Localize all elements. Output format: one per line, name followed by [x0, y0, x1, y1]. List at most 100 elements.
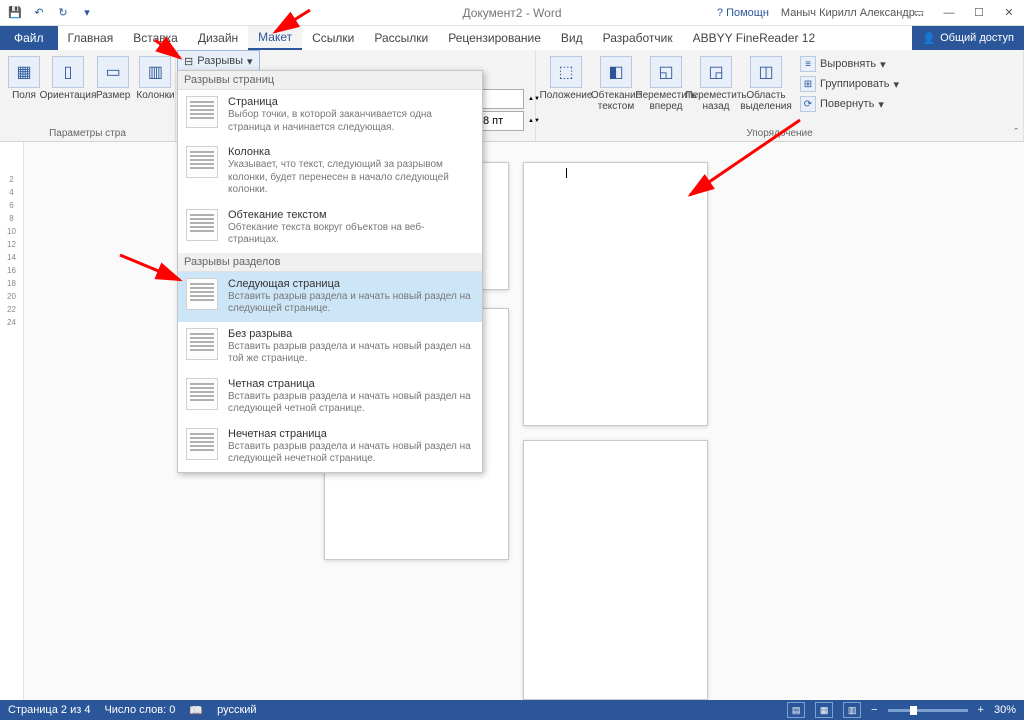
user-name[interactable]: Маныч Кирилл Александр...	[781, 7, 924, 19]
status-word-count[interactable]: Число слов: 0	[104, 704, 175, 716]
undo-button[interactable]: ↶	[28, 2, 50, 24]
proofing-icon[interactable]: 📖	[189, 704, 203, 717]
person-icon: 👤	[922, 32, 936, 45]
break-next-page-item[interactable]: Следующая страницаВставить разрыв раздел…	[178, 272, 482, 322]
status-bar: Страница 2 из 4 Число слов: 0 📖 русский …	[0, 700, 1024, 720]
zoom-slider[interactable]	[888, 709, 968, 712]
bring-forward-button[interactable]: ◱Переместить вперед	[642, 54, 690, 126]
forward-icon: ◱	[650, 56, 682, 88]
margins-icon: ▦	[8, 56, 40, 88]
group-label: Упорядочение	[542, 126, 1017, 139]
break-textwrap-item[interactable]: Обтекание текстомОбтекание текста вокруг…	[178, 203, 482, 253]
share-button[interactable]: 👤Общий доступ	[912, 26, 1024, 50]
spacing-before-input[interactable]	[480, 89, 524, 109]
group-arrange: ⬚Положение ◧Обтекание текстом ◱Перемести…	[536, 50, 1024, 141]
chevron-down-icon: ▾	[880, 58, 886, 71]
dropdown-section-header: Разрывы страниц	[178, 71, 482, 90]
columns-icon: ▥	[139, 56, 171, 88]
size-button[interactable]: ▭Размер	[94, 54, 132, 126]
backward-icon: ◲	[700, 56, 732, 88]
qat-more-icon[interactable]: ▾	[76, 2, 98, 24]
send-backward-button[interactable]: ◲Переместить назад	[692, 54, 740, 126]
position-button[interactable]: ⬚Положение	[542, 54, 590, 126]
view-web-button[interactable]: ▥	[843, 702, 861, 718]
section-next-icon	[186, 278, 218, 310]
section-odd-icon	[186, 428, 218, 460]
wrap-text-button[interactable]: ◧Обтекание текстом	[592, 54, 640, 126]
chevron-down-icon: ▾	[247, 55, 253, 68]
status-language[interactable]: русский	[217, 704, 256, 716]
selection-icon: ◫	[750, 56, 782, 88]
tab-references[interactable]: Ссылки	[302, 26, 364, 50]
page-break-icon	[186, 96, 218, 128]
zoom-in-button[interactable]: +	[978, 704, 984, 716]
tab-abbyy[interactable]: ABBYY FineReader 12	[683, 26, 826, 50]
file-tab[interactable]: Файл	[0, 26, 58, 50]
rotate-button[interactable]: ⟳Повернуть▾	[796, 94, 903, 114]
section-continuous-icon	[186, 328, 218, 360]
titlebar: 💾 ↶ ↻ ▾ Документ2 - Word ? Помощн Маныч …	[0, 0, 1024, 26]
align-button[interactable]: ≡Выровнять▾	[796, 54, 903, 74]
ribbon-tabs: Файл Главная Вставка Дизайн Макет Ссылки…	[0, 26, 1024, 50]
rotate-icon: ⟳	[800, 96, 816, 112]
collapse-ribbon-icon[interactable]: ˆ	[1014, 127, 1018, 139]
window-title: Документ2 - Word	[462, 6, 561, 20]
zoom-level[interactable]: 30%	[994, 704, 1016, 716]
tab-design[interactable]: Дизайн	[188, 26, 248, 50]
close-button[interactable]: ✕	[994, 0, 1024, 26]
chevron-down-icon: ▾	[878, 98, 884, 111]
orientation-button[interactable]: ▯Ориентация	[44, 54, 92, 126]
break-page-item[interactable]: СтраницаВыбор точки, в которой заканчива…	[178, 90, 482, 140]
maximize-button[interactable]: ☐	[964, 0, 994, 26]
help-user-area: ? Помощн Маныч Кирилл Александр...	[717, 7, 924, 19]
wrap-icon: ◧	[600, 56, 632, 88]
workspace: 24681012141618202224 2 2 4 6 8 10 12 14 …	[0, 142, 1024, 700]
tab-mailings[interactable]: Рассылки	[364, 26, 438, 50]
ribbon-options-icon[interactable]: ▭	[904, 0, 934, 26]
tab-layout[interactable]: Макет	[248, 26, 302, 50]
spacing-after-input[interactable]	[480, 111, 524, 131]
tab-insert[interactable]: Вставка	[123, 26, 188, 50]
tab-developer[interactable]: Разработчик	[593, 26, 683, 50]
breaks-button[interactable]: ⊟ Разрывы ▾	[177, 50, 260, 72]
group-label: Параметры стра	[6, 126, 169, 139]
align-icon: ≡	[800, 56, 816, 72]
spin-buttons[interactable]: ▲▼	[528, 118, 540, 124]
group-button[interactable]: ⊞Группировать▾	[796, 74, 903, 94]
vertical-ruler[interactable]: 24681012141618202224	[0, 142, 24, 700]
spin-buttons[interactable]: ▲▼	[528, 96, 540, 102]
breaks-dropdown: Разрывы страниц СтраницаВыбор точки, в к…	[177, 70, 483, 473]
chevron-down-icon: ▾	[894, 78, 900, 91]
help-button[interactable]: ? Помощн	[717, 7, 769, 19]
status-page[interactable]: Страница 2 из 4	[8, 704, 90, 716]
page-2[interactable]	[523, 162, 708, 426]
textwrap-break-icon	[186, 209, 218, 241]
view-print-button[interactable]: ▦	[815, 702, 833, 718]
save-button[interactable]: 💾	[4, 2, 26, 24]
break-even-page-item[interactable]: Четная страницаВставить разрыв раздела и…	[178, 372, 482, 422]
document-area[interactable]	[24, 142, 1024, 700]
selection-pane-button[interactable]: ◫Область выделения	[742, 54, 790, 126]
position-icon: ⬚	[550, 56, 582, 88]
margins-button[interactable]: ▦Поля	[6, 54, 42, 126]
break-odd-page-item[interactable]: Нечетная страницаВставить разрыв раздела…	[178, 422, 482, 472]
view-read-button[interactable]: ▤	[787, 702, 805, 718]
group-page-setup: ▦Поля ▯Ориентация ▭Размер ▥Колонки Парам…	[0, 50, 176, 141]
dropdown-section-header: Разрывы разделов	[178, 253, 482, 272]
page-4[interactable]	[523, 440, 708, 700]
redo-button[interactable]: ↻	[52, 2, 74, 24]
size-icon: ▭	[97, 56, 129, 88]
break-column-item[interactable]: КолонкаУказывает, что текст, следующий з…	[178, 140, 482, 203]
break-continuous-item[interactable]: Без разрываВставить разрыв раздела и нач…	[178, 322, 482, 372]
quick-access-toolbar: 💾 ↶ ↻ ▾	[0, 2, 98, 24]
tab-view[interactable]: Вид	[551, 26, 593, 50]
tab-home[interactable]: Главная	[58, 26, 124, 50]
zoom-out-button[interactable]: −	[871, 704, 877, 716]
ribbon: ▦Поля ▯Ориентация ▭Размер ▥Колонки Парам…	[0, 50, 1024, 142]
minimize-button[interactable]: —	[934, 0, 964, 26]
column-break-icon	[186, 146, 218, 178]
columns-button[interactable]: ▥Колонки	[134, 54, 176, 126]
breaks-icon: ⊟	[184, 55, 193, 68]
tab-review[interactable]: Рецензирование	[438, 26, 551, 50]
orientation-icon: ▯	[52, 56, 84, 88]
